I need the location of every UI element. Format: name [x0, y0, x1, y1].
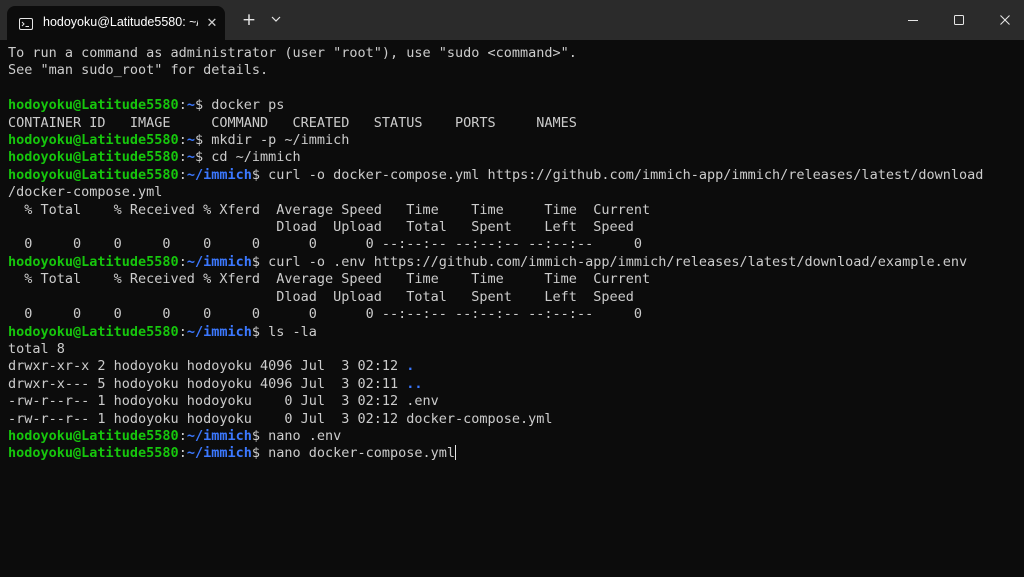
terminal-line: 0 0 0 0 0 0 0 0 --:--:-- --:--:-- --:--:… — [8, 236, 1018, 253]
terminal-text: CONTAINER ID IMAGE COMMAND CREATED STATU… — [8, 114, 577, 131]
terminal-text: : — [178, 323, 187, 340]
terminal-line: hodoyoku@Latitude5580:~/immich$ curl -o … — [8, 254, 1018, 271]
terminal-line: hodoyoku@Latitude5580:~/immich$ nano doc… — [8, 445, 1018, 462]
minimize-icon — [908, 20, 918, 21]
terminal-text: % Total % Received % Xferd Average Speed… — [8, 201, 651, 218]
close-tab-icon[interactable]: ✕ — [203, 14, 221, 32]
terminal-text: total 8 — [8, 340, 65, 357]
terminal-line: drwxr-x--- 5 hodoyoku hodoyoku 4096 Jul … — [8, 376, 1018, 393]
terminal-line: -rw-r--r-- 1 hodoyoku hodoyoku 0 Jul 3 0… — [8, 393, 1018, 410]
terminal-line: See "man sudo_root" for details. — [8, 62, 1018, 79]
terminal-text: $ ls -la — [251, 323, 317, 340]
prompt-path: ~/immich — [186, 445, 252, 462]
prompt-user: hodoyoku@Latitude5580 — [8, 149, 179, 166]
prompt-path: ~ — [186, 149, 195, 166]
prompt-path: ~ — [186, 97, 195, 114]
terminal-text: $ nano docker-compose.yml — [251, 445, 456, 462]
terminal-tab[interactable]: hodoyoku@Latitude5580: ~/ir ✕ — [7, 6, 225, 40]
terminal-line: % Total % Received % Xferd Average Speed… — [8, 271, 1018, 288]
prompt-path: ~/immich — [186, 323, 252, 340]
prompt-path: ~/immich — [186, 253, 252, 270]
title-bar[interactable]: hodoyoku@Latitude5580: ~/ir ✕ + — [0, 0, 1024, 40]
maximize-icon — [954, 15, 964, 25]
chevron-down-icon[interactable] — [266, 8, 286, 32]
terminal-text: $ nano .env — [251, 427, 342, 444]
prompt-path: . — [406, 358, 415, 375]
prompt-user: hodoyoku@Latitude5580 — [8, 427, 179, 444]
terminal-line: hodoyoku@Latitude5580:~/immich$ curl -o … — [8, 167, 1018, 184]
terminal-line: Dload Upload Total Spent Left Speed — [8, 219, 1018, 236]
terminal-line: hodoyoku@Latitude5580:~$ cd ~/immich — [8, 149, 1018, 166]
terminal-text: $ curl -o .env https://github.com/immich… — [251, 253, 968, 270]
terminal-window: hodoyoku@Latitude5580: ~/ir ✕ + To run a… — [0, 0, 1024, 577]
prompt-user: hodoyoku@Latitude5580 — [8, 445, 179, 462]
terminal-line: CONTAINER ID IMAGE COMMAND CREATED STATU… — [8, 115, 1018, 132]
tab-title: hodoyoku@Latitude5580: ~/ir — [43, 15, 198, 29]
terminal-line: /docker-compose.yml — [8, 184, 1018, 201]
terminal-line: % Total % Received % Xferd Average Speed… — [8, 202, 1018, 219]
terminal-text: 0 0 0 0 0 0 0 0 --:--:-- --:--:-- --:--:… — [8, 306, 642, 323]
prompt-path: ~/immich — [186, 427, 252, 444]
terminal-text: : — [178, 149, 187, 166]
text-cursor — [455, 445, 457, 461]
terminal-text: $ docker ps — [194, 97, 285, 114]
maximize-button[interactable] — [936, 0, 982, 40]
terminal-line: hodoyoku@Latitude5580:~$ mkdir -p ~/immi… — [8, 132, 1018, 149]
terminal-line: hodoyoku@Latitude5580:~/immich$ nano .en… — [8, 428, 1018, 445]
terminal-line: To run a command as administrator (user … — [8, 45, 1018, 62]
close-icon — [1000, 15, 1010, 25]
terminal-line: total 8 — [8, 341, 1018, 358]
terminal-text: -rw-r--r-- 1 hodoyoku hodoyoku 0 Jul 3 0… — [8, 393, 439, 410]
prompt-user: hodoyoku@Latitude5580 — [8, 132, 179, 149]
terminal-line: hodoyoku@Latitude5580:~/immich$ ls -la — [8, 324, 1018, 341]
prompt-user: hodoyoku@Latitude5580 — [8, 253, 179, 270]
terminal-line: drwxr-xr-x 2 hodoyoku hodoyoku 4096 Jul … — [8, 358, 1018, 375]
terminal-text: drwxr-xr-x 2 hodoyoku hodoyoku 4096 Jul … — [8, 358, 407, 375]
terminal-text: : — [178, 253, 187, 270]
prompt-user: hodoyoku@Latitude5580 — [8, 323, 179, 340]
terminal-text: /docker-compose.yml — [8, 184, 163, 201]
terminal-line: Dload Upload Total Spent Left Speed — [8, 289, 1018, 306]
terminal-text: Dload Upload Total Spent Left Speed — [8, 288, 634, 305]
terminal-text: $ cd ~/immich — [194, 149, 301, 166]
terminal-text: 0 0 0 0 0 0 0 0 --:--:-- --:--:-- --:--:… — [8, 236, 642, 253]
minimize-button[interactable] — [890, 0, 936, 40]
close-window-button[interactable] — [982, 0, 1024, 40]
terminal-text: Dload Upload Total Spent Left Speed — [8, 219, 634, 236]
terminal-text: See "man sudo_root" for details. — [8, 62, 269, 79]
terminal-icon — [19, 17, 33, 30]
terminal-line: -rw-r--r-- 1 hodoyoku hodoyoku 0 Jul 3 0… — [8, 411, 1018, 428]
prompt-user: hodoyoku@Latitude5580 — [8, 97, 179, 114]
terminal-text: : — [178, 132, 187, 149]
prompt-path: .. — [406, 375, 423, 392]
terminal-output[interactable]: To run a command as administrator (user … — [8, 45, 1018, 571]
terminal-text: drwxr-x--- 5 hodoyoku hodoyoku 4096 Jul … — [8, 375, 407, 392]
new-tab-button[interactable]: + — [238, 8, 260, 32]
terminal-text: : — [178, 97, 187, 114]
terminal-text: $ mkdir -p ~/immich — [194, 132, 350, 149]
terminal-text: : — [178, 445, 187, 462]
prompt-user: hodoyoku@Latitude5580 — [8, 166, 179, 183]
terminal-text: $ curl -o docker-compose.yml https://git… — [251, 166, 984, 183]
terminal-text: -rw-r--r-- 1 hodoyoku hodoyoku 0 Jul 3 0… — [8, 410, 553, 427]
terminal-text: : — [178, 166, 187, 183]
prompt-path: ~/immich — [186, 166, 252, 183]
terminal-line: 0 0 0 0 0 0 0 0 --:--:-- --:--:-- --:--:… — [8, 306, 1018, 323]
terminal-line: hodoyoku@Latitude5580:~$ docker ps — [8, 97, 1018, 114]
terminal-text: : — [178, 427, 187, 444]
prompt-path: ~ — [186, 132, 195, 149]
terminal-text: To run a command as administrator (user … — [8, 45, 577, 61]
terminal-text: % Total % Received % Xferd Average Speed… — [8, 271, 651, 288]
